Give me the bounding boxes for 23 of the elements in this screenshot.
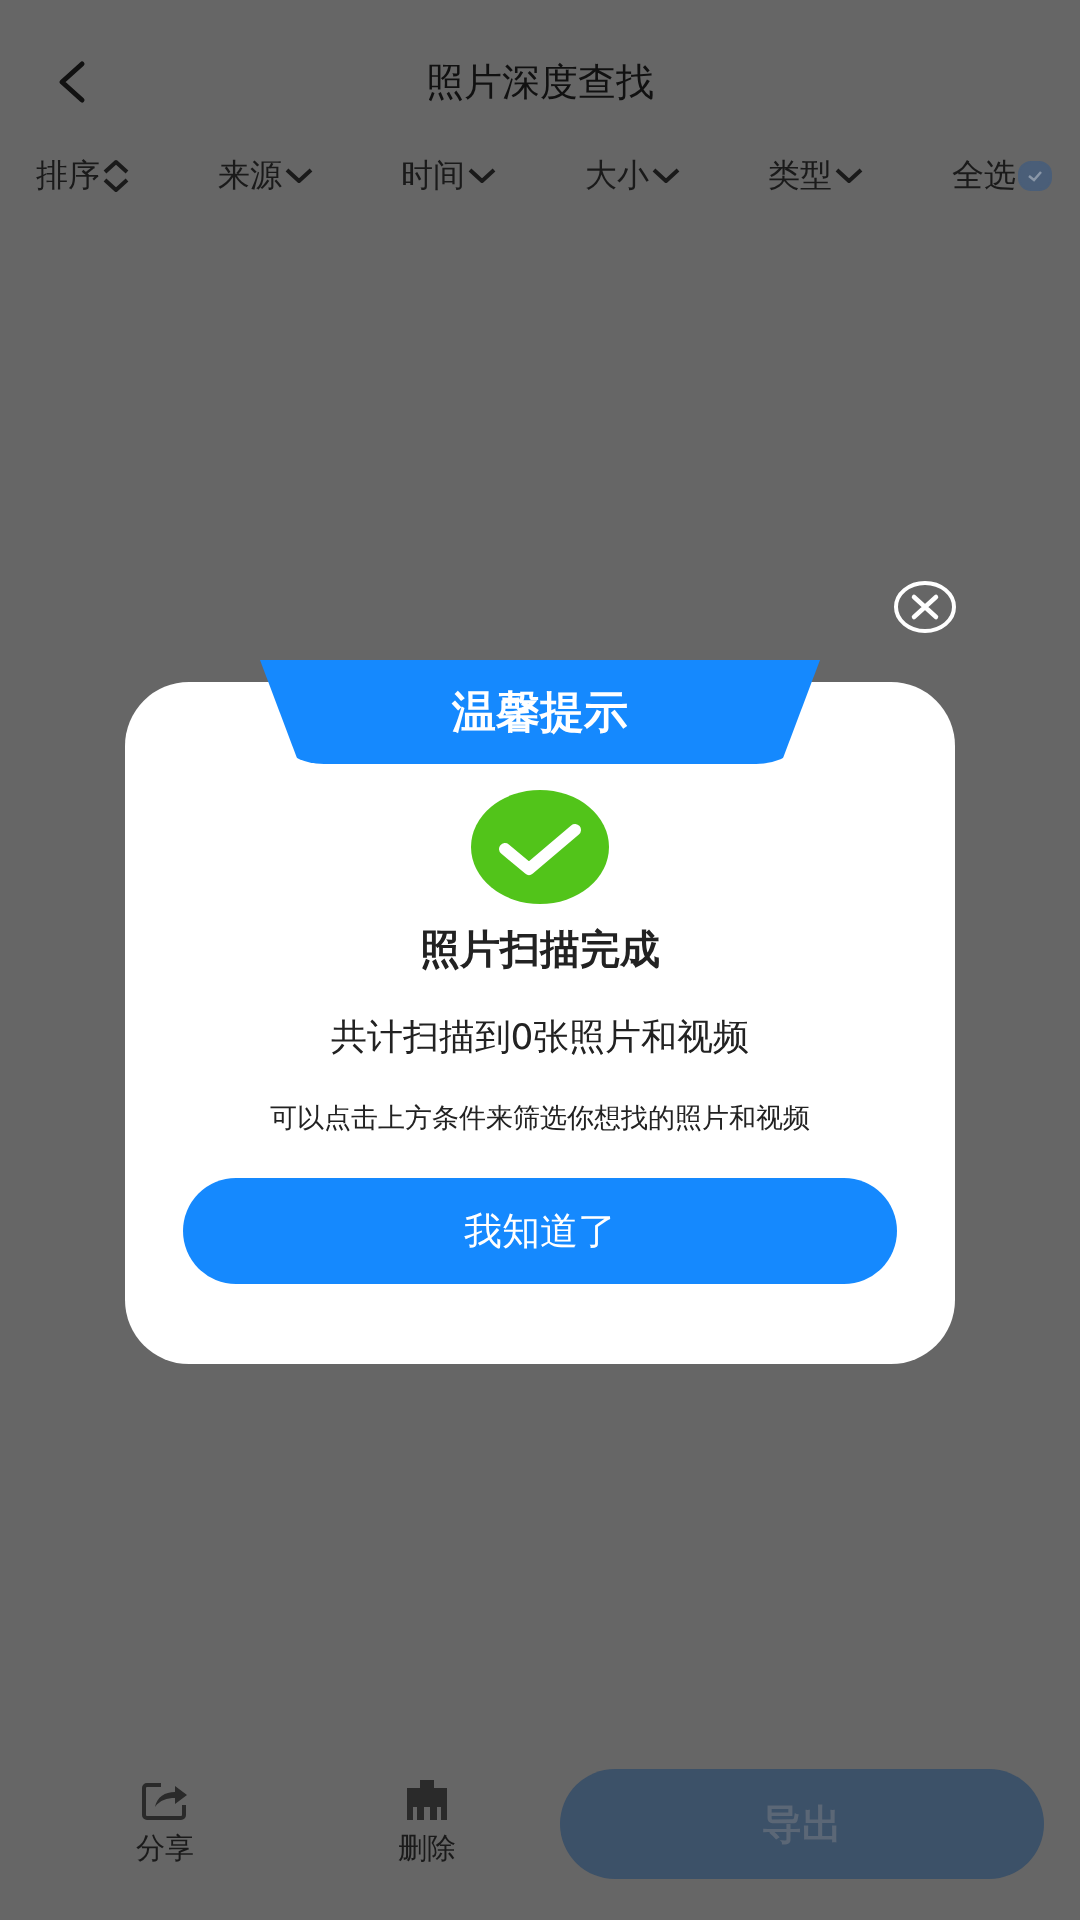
dialog-hint: 可以点击上方条件来筛选你想找的照片和视频: [270, 1101, 810, 1135]
action-button[interactable]: 分享: [100, 1779, 230, 1869]
success-check-icon: [471, 790, 609, 904]
action-button[interactable]: 删除: [362, 1779, 492, 1869]
filter-item[interactable]: 时间: [401, 154, 498, 198]
filter-item[interactable]: 排序: [36, 154, 130, 198]
dialog-banner: 温馨提示: [260, 660, 820, 764]
brush-icon: [405, 1779, 449, 1821]
checkbox-icon[interactable]: [1017, 161, 1052, 191]
scan-summary: 共计扫描到0张照片和视频: [330, 1015, 750, 1059]
filter-item[interactable]: 大小: [584, 154, 681, 198]
close-icon[interactable]: [893, 580, 957, 634]
confirm-button[interactable]: 我知道了: [183, 1178, 897, 1284]
sort-icon: [102, 159, 130, 193]
chevron-down-icon: [650, 166, 681, 186]
filter-item[interactable]: 来源: [217, 154, 314, 198]
chevron-down-icon: [834, 166, 865, 186]
dialog-title: 照片扫描完成: [420, 925, 660, 974]
chevron-down-icon: [283, 166, 314, 186]
chevron-down-icon: [467, 166, 498, 186]
page-title: 照片深度查找: [426, 58, 654, 106]
filter-item[interactable]: 类型: [768, 154, 865, 198]
filter-item[interactable]: 全选: [951, 154, 1052, 198]
